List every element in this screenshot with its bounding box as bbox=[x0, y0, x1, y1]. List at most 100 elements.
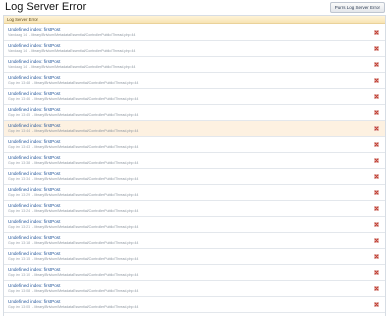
error-meta: Gạp ờn 13:34- library/Brivium/MetadataEs… bbox=[8, 177, 138, 181]
error-meta: Gạp ờn 13:21- library/Brivium/MetadataEs… bbox=[8, 225, 138, 229]
page-title: Log Server Error bbox=[5, 1, 87, 13]
error-meta: Gạp ờn 13:24- library/Brivium/MetadataEs… bbox=[8, 209, 138, 213]
error-title-link[interactable]: Undefined index: firstPost bbox=[8, 139, 60, 144]
error-timestamp: Gạp ờn 13:21 bbox=[8, 225, 31, 229]
error-timestamp: Gạp ờn 13:45 bbox=[8, 113, 31, 117]
error-file-path: - library/Brivium/MetadataEssential/Cont… bbox=[32, 225, 139, 229]
delete-x-icon[interactable] bbox=[374, 78, 379, 83]
error-file-path: - library/Brivium/MetadataEssential/Cont… bbox=[32, 97, 139, 101]
error-row[interactable]: Undefined index: firstPost Gạp ờn 13:48- … bbox=[4, 73, 385, 89]
error-title-link[interactable]: Undefined index: firstPost bbox=[8, 75, 60, 80]
error-meta: Gạp ờn 13:43- library/Brivium/MetadataEs… bbox=[8, 145, 138, 149]
error-meta: Gạp ờn 13:10- library/Brivium/MetadataEs… bbox=[8, 273, 138, 277]
error-row[interactable]: Undefined index: firstPost Gạp ờn 13:29- … bbox=[4, 185, 385, 201]
error-timestamp: Gạp ờn 13:48 bbox=[8, 81, 31, 85]
error-timestamp: Gạp ờn 13:46 bbox=[8, 97, 31, 101]
error-meta: Gạp ờn 13:46- library/Brivium/MetadataEs… bbox=[8, 97, 138, 101]
error-title-link[interactable]: Undefined index: firstPost bbox=[8, 267, 60, 272]
error-title-link[interactable]: Undefined index: firstPost bbox=[8, 43, 60, 48]
delete-x-icon[interactable] bbox=[374, 126, 379, 131]
delete-x-icon[interactable] bbox=[374, 46, 379, 51]
error-row[interactable]: Undefined index: firstPost Gạp ờn 13:05- … bbox=[4, 297, 385, 313]
error-file-path: - library/Brivium/MetadataEssential/Cont… bbox=[32, 257, 139, 261]
error-row[interactable]: Undefined index: firstPost Gạp ờn 13:10- … bbox=[4, 265, 385, 281]
error-row[interactable]: Undefined index: firstPost Gạp ờn 13:38- … bbox=[4, 153, 385, 169]
error-row[interactable]: Undefined index: firstPost Vandaag 14- li… bbox=[4, 57, 385, 73]
error-meta: Gạp ờn 13:48- library/Brivium/MetadataEs… bbox=[8, 81, 138, 85]
error-timestamp: Vandaag 14 bbox=[8, 49, 28, 53]
error-timestamp: Gạp ờn 13:18 bbox=[8, 241, 31, 245]
error-meta: Gạp ờn 13:38- library/Brivium/MetadataEs… bbox=[8, 161, 138, 165]
error-title-link[interactable]: Undefined index: firstPost bbox=[8, 171, 60, 176]
panel-heading-label: Log Server Error bbox=[7, 17, 38, 22]
delete-x-icon[interactable] bbox=[374, 286, 379, 291]
error-title-link[interactable]: Undefined index: firstPost bbox=[8, 251, 60, 256]
error-file-path: - library/Brivium/MetadataEssential/Cont… bbox=[32, 129, 139, 133]
error-row[interactable]: Undefined index: firstPost Gạp ờn 13:34- … bbox=[4, 169, 385, 185]
error-timestamp: Gạp ờn 13:10 bbox=[8, 273, 31, 277]
delete-x-icon[interactable] bbox=[374, 142, 379, 147]
delete-x-icon[interactable] bbox=[374, 94, 379, 99]
error-title-link[interactable]: Undefined index: firstPost bbox=[8, 107, 60, 112]
error-meta: Vandaag 14- library/Brivium/MetadataEsse… bbox=[8, 49, 135, 53]
delete-x-icon[interactable] bbox=[374, 270, 379, 275]
error-timestamp: Gạp ờn 13:29 bbox=[8, 193, 31, 197]
error-title-link[interactable]: Undefined index: firstPost bbox=[8, 59, 60, 64]
error-timestamp: Vandaag 14 bbox=[8, 65, 28, 69]
error-title-link[interactable]: Undefined index: firstPost bbox=[8, 91, 60, 96]
error-title-link[interactable]: Undefined index: firstPost bbox=[8, 283, 60, 288]
error-row[interactable]: Undefined index: firstPost Gạp ờn 13:44- … bbox=[4, 121, 385, 137]
panel-heading: Log Server Error bbox=[4, 16, 385, 24]
delete-x-icon[interactable] bbox=[374, 238, 379, 243]
clear-log-button[interactable]: Purrs Log Server Error bbox=[329, 2, 385, 13]
error-row[interactable]: Undefined index: firstPost Gạp ờn 13:21- … bbox=[4, 217, 385, 233]
error-meta: Gạp ờn 13:15- library/Brivium/MetadataEs… bbox=[8, 257, 138, 261]
error-file-path: - library/Brivium/MetadataEssential/Cont… bbox=[32, 81, 139, 85]
delete-x-icon[interactable] bbox=[374, 206, 379, 211]
error-row[interactable]: Undefined index: firstPost Vandaag 14- li… bbox=[4, 41, 385, 57]
error-timestamp: Gạp ờn 13:15 bbox=[8, 257, 31, 261]
error-meta: Gạp ờn 13:29- library/Brivium/MetadataEs… bbox=[8, 193, 138, 197]
error-row[interactable]: Undefined index: firstPost Gạp ờn 13:46- … bbox=[4, 89, 385, 105]
delete-x-icon[interactable] bbox=[374, 174, 379, 179]
delete-x-icon[interactable] bbox=[374, 222, 379, 227]
delete-x-icon[interactable] bbox=[374, 302, 379, 307]
error-title-link[interactable]: Undefined index: firstPost bbox=[8, 155, 60, 160]
error-title-link[interactable]: Undefined index: firstPost bbox=[8, 187, 60, 192]
error-meta: Gạp ờn 13:05- library/Brivium/MetadataEs… bbox=[8, 305, 138, 309]
error-meta: Gạp ờn 13:08- library/Brivium/MetadataEs… bbox=[8, 289, 138, 293]
error-timestamp: Vandaag 14 bbox=[8, 33, 28, 37]
error-meta: Gạp ờn 13:18- library/Brivium/MetadataEs… bbox=[8, 241, 138, 245]
error-title-link[interactable]: Undefined index: firstPost bbox=[8, 27, 60, 32]
error-timestamp: Gạp ờn 13:34 bbox=[8, 177, 31, 181]
page-header: Log Server Error Purrs Log Server Error bbox=[0, 0, 390, 14]
delete-x-icon[interactable] bbox=[374, 30, 379, 35]
error-file-path: - library/Brivium/MetadataEssential/Cont… bbox=[32, 209, 139, 213]
delete-x-icon[interactable] bbox=[374, 190, 379, 195]
delete-x-icon[interactable] bbox=[374, 158, 379, 163]
error-timestamp: Gạp ờn 13:24 bbox=[8, 209, 31, 213]
error-row[interactable]: Undefined index: firstPost Vandaag 14- li… bbox=[4, 25, 385, 41]
delete-x-icon[interactable] bbox=[374, 62, 379, 67]
error-row[interactable]: Undefined index: firstPost Gạp ờn 13:15- … bbox=[4, 249, 385, 265]
error-file-path: - library/Brivium/MetadataEssential/Cont… bbox=[32, 273, 139, 277]
error-file-path: - library/Brivium/MetadataEssential/Cont… bbox=[32, 177, 139, 181]
error-row[interactable]: Undefined index: firstPost Gạp ờn 13:08- … bbox=[4, 281, 385, 297]
error-row[interactable]: Undefined index: firstPost Gạp ờn 13:43- … bbox=[4, 137, 385, 153]
error-row[interactable]: Undefined index: firstPost Gạp ờn 13:45- … bbox=[4, 105, 385, 121]
error-timestamp: Gạp ờn 13:08 bbox=[8, 289, 31, 293]
error-title-link[interactable]: Undefined index: firstPost bbox=[8, 203, 60, 208]
error-file-path: - library/Brivium/MetadataEssential/Cont… bbox=[32, 289, 139, 293]
error-meta: Vandaag 14- library/Brivium/MetadataEsse… bbox=[8, 65, 135, 69]
error-row[interactable]: Undefined index: firstPost Gạp ờn 13:18- … bbox=[4, 233, 385, 249]
error-file-path: - library/Brivium/MetadataEssential/Cont… bbox=[32, 145, 139, 149]
delete-x-icon[interactable] bbox=[374, 110, 379, 115]
error-file-path: - library/Brivium/MetadataEssential/Cont… bbox=[32, 161, 139, 165]
error-title-link[interactable]: Undefined index: firstPost bbox=[8, 219, 60, 224]
error-timestamp: Gạp ờn 13:44 bbox=[8, 129, 31, 133]
error-timestamp: Gạp ờn 13:38 bbox=[8, 161, 31, 165]
error-title-link[interactable]: Undefined index: firstPost bbox=[8, 123, 60, 128]
error-row[interactable]: Undefined index: firstPost Gạp ờn 13:24- … bbox=[4, 201, 385, 217]
delete-x-icon[interactable] bbox=[374, 254, 379, 259]
error-title-link[interactable]: Undefined index: firstPost bbox=[8, 235, 60, 240]
